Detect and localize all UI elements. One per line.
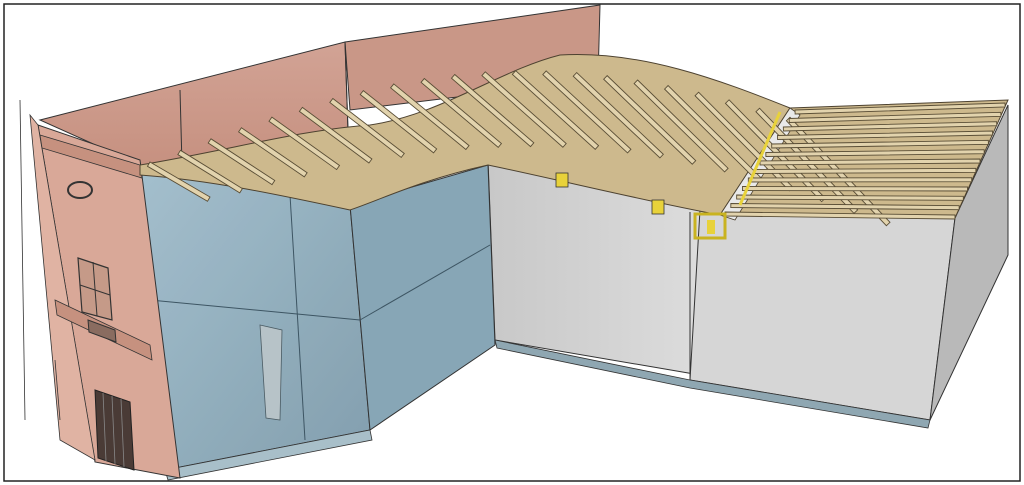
roof-beam (747, 177, 973, 183)
roof-beam (753, 167, 977, 174)
roof-beam (742, 186, 968, 192)
roof-beam (736, 194, 964, 201)
glass-volume (139, 164, 496, 481)
door-grille-icon (94, 389, 135, 471)
model-drawing (3, 3, 1021, 482)
architectural-model-diagram (0, 0, 1024, 485)
